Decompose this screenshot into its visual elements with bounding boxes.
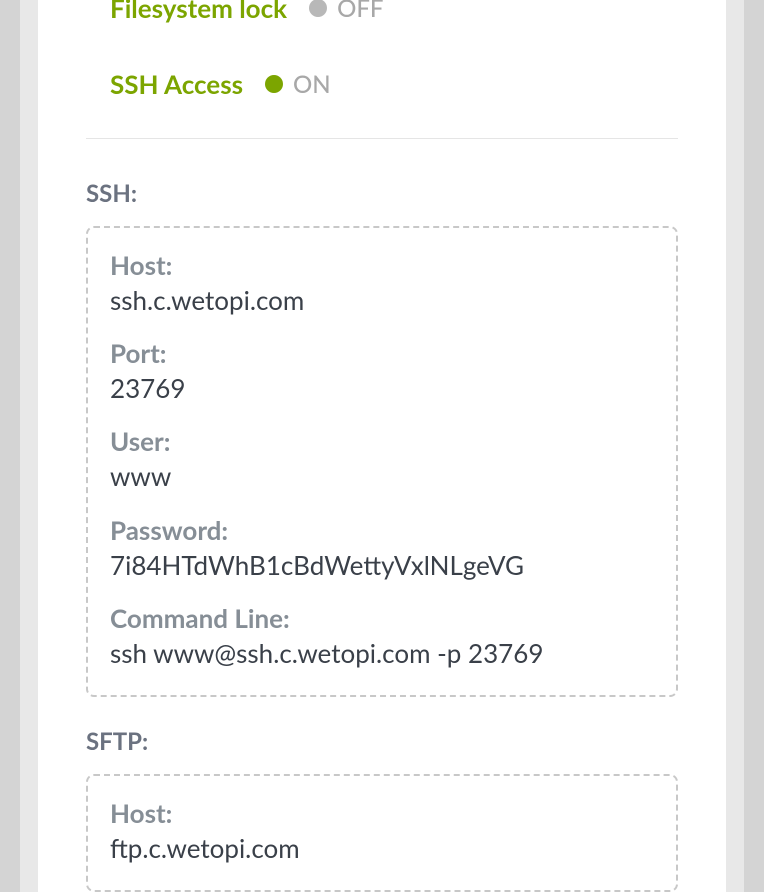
- ssh-port-field: Port: 23769: [110, 336, 654, 406]
- sftp-host-label: Host:: [110, 796, 654, 831]
- ssh-password-field: Password: 7i84HTdWhB1cBdWettyVxlNLgeVG: [110, 513, 654, 583]
- ssh-port-label: Port:: [110, 336, 654, 371]
- filesystem-lock-state: OFF: [337, 0, 383, 23]
- ssh-access-state: ON: [293, 70, 331, 99]
- ssh-command-label: Command Line:: [110, 601, 654, 636]
- ssh-section-title: SSH:: [86, 179, 678, 208]
- sftp-host-field: Host: ftp.c.wetopi.com: [110, 796, 654, 866]
- ssh-password-value[interactable]: 7i84HTdWhB1cBdWettyVxlNLgeVG: [110, 548, 654, 583]
- divider: [86, 138, 678, 139]
- sftp-host-value[interactable]: ftp.c.wetopi.com: [110, 831, 654, 866]
- ssh-host-value[interactable]: ssh.c.wetopi.com: [110, 283, 654, 318]
- ssh-command-value[interactable]: ssh www@ssh.c.wetopi.com -p 23769: [110, 636, 654, 671]
- ssh-user-value[interactable]: www: [110, 459, 654, 494]
- filesystem-lock-pill: OFF: [309, 0, 383, 23]
- ssh-host-label: Host:: [110, 248, 654, 283]
- sftp-credentials-box: Host: ftp.c.wetopi.com: [86, 774, 678, 892]
- settings-card: Filesystem lock OFF SSH Access ON SSH: H…: [38, 0, 726, 892]
- ssh-access-label: SSH Access: [110, 68, 243, 100]
- ssh-access-pill: ON: [265, 70, 331, 99]
- ssh-command-field: Command Line: ssh www@ssh.c.wetopi.com -…: [110, 601, 654, 671]
- circle-on-icon: [265, 75, 283, 93]
- ssh-access-toggle[interactable]: SSH Access ON: [110, 60, 678, 108]
- sftp-section-title: SFTP:: [86, 727, 678, 756]
- filesystem-lock-toggle[interactable]: Filesystem lock OFF: [110, 0, 678, 32]
- ssh-user-field: User: www: [110, 424, 654, 494]
- ssh-port-value[interactable]: 23769: [110, 371, 654, 406]
- circle-off-icon: [309, 0, 327, 17]
- ssh-host-field: Host: ssh.c.wetopi.com: [110, 248, 654, 318]
- ssh-credentials-box: Host: ssh.c.wetopi.com Port: 23769 User:…: [86, 226, 678, 697]
- page-background: Filesystem lock OFF SSH Access ON SSH: H…: [20, 0, 744, 892]
- filesystem-lock-label: Filesystem lock: [110, 0, 287, 24]
- ssh-password-label: Password:: [110, 513, 654, 548]
- ssh-user-label: User:: [110, 424, 654, 459]
